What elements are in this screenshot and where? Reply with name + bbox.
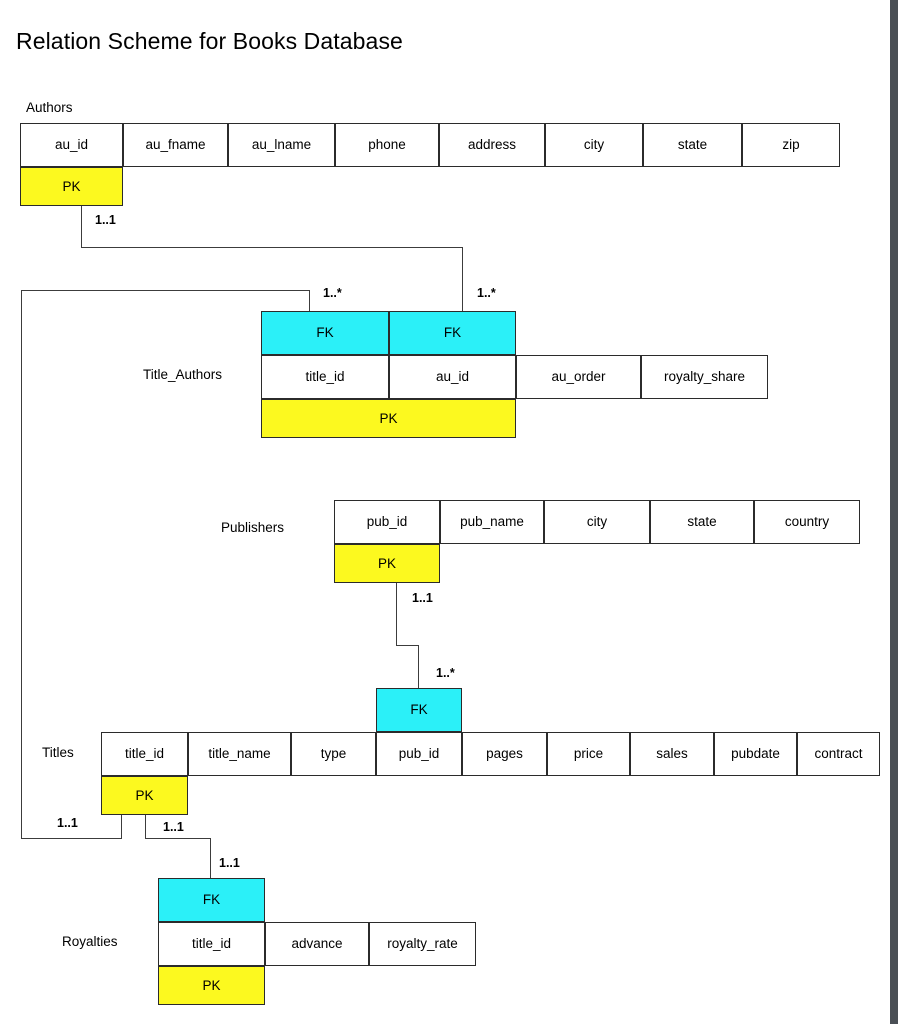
multiplicity-publishers-pk: 1..1 [412,591,433,605]
cell-publishers-country: country [754,500,860,544]
cell-authors-city: city [545,123,643,167]
connector-publishers-jog-horizontal [396,645,419,646]
cell-authors-pk-marker: PK [20,167,123,206]
multiplicity-title_authors-fk-title: 1..* [323,286,342,300]
entity-label-titles: Titles [42,745,74,760]
cell-title_authors-royalty_share: royalty_share [641,355,768,399]
cell-publishers-pk-marker: PK [334,544,440,583]
cell-title_authors-pk-marker: PK [261,399,516,438]
multiplicity-titles-pk-down: 1..1 [163,820,184,834]
cell-titles-contract: contract [797,732,880,776]
cell-royalties-pk-marker: PK [158,966,265,1005]
cell-title_authors-fk-au_id-marker: FK [389,311,516,355]
cell-royalties-title_id: title_id [158,922,265,966]
cell-authors-au_id: au_id [20,123,123,167]
cell-title_authors-title_id: title_id [261,355,389,399]
cell-titles-pk-marker: PK [101,776,188,815]
multiplicity-titles-fk-pub: 1..* [436,666,455,680]
cell-titles-pub_id: pub_id [376,732,462,776]
cell-royalties-royalty_rate: royalty_rate [369,922,476,966]
connector-publishers-pk-vertical [396,583,397,645]
multiplicity-royalties-fk: 1..1 [219,856,240,870]
cell-royalties-fk-title_id-marker: FK [158,878,265,922]
entity-label-royalties: Royalties [62,934,118,949]
cell-title_authors-au_order: au_order [516,355,641,399]
entity-label-authors: Authors [26,100,73,115]
diagram-canvas: Relation Scheme for Books Database Autho… [0,0,898,1024]
entity-label-title_authors: Title_Authors [143,367,223,382]
connector-titles-to-royalties-horizontal [145,838,211,839]
cell-publishers-pub_id: pub_id [334,500,440,544]
page-title: Relation Scheme for Books Database [16,28,403,54]
cell-authors-phone: phone [335,123,439,167]
cell-title_authors-fk-title_id-marker: FK [261,311,389,355]
cell-titles-pages: pages [462,732,547,776]
cell-publishers-pub_name: pub_name [440,500,544,544]
cell-titles-sales: sales [630,732,714,776]
connector-titles-pk-left-stub [121,815,122,838]
connector-authors-pk-horizontal [81,247,463,248]
connector-titles-to-title_authors-drop [309,290,310,311]
connector-titles-pk-left-horizontal [21,838,122,839]
cell-titles-title_name: title_name [188,732,291,776]
cell-titles-fk-pub_id-marker: FK [376,688,462,732]
cell-authors-au_fname: au_fname [123,123,228,167]
cell-authors-state: state [643,123,742,167]
connector-titles-pk-down-stub [145,815,146,838]
cell-authors-au_lname: au_lname [228,123,335,167]
cell-titles-type: type [291,732,376,776]
connector-titles-to-royalties-vertical [210,838,211,878]
multiplicity-authors-pk: 1..1 [95,213,116,227]
cell-titles-pubdate: pubdate [714,732,797,776]
cell-authors-zip: zip [742,123,840,167]
cell-publishers-city: city [544,500,650,544]
connector-authors-pk-vertical [81,206,82,248]
entity-label-publishers: Publishers [221,520,285,535]
cell-royalties-advance: advance [265,922,369,966]
window-edge-strip [890,0,898,1024]
connector-authors-to-title_authors-vertical [462,247,463,311]
connector-publishers-to-titles-vertical [418,645,419,688]
cell-authors-address: address [439,123,545,167]
cell-titles-title_id: title_id [101,732,188,776]
cell-publishers-state: state [650,500,754,544]
connector-titles-to-title_authors-left-rail [21,290,22,838]
cell-title_authors-au_id: au_id [389,355,516,399]
multiplicity-titles-pk-left: 1..1 [57,816,78,830]
multiplicity-title_authors-fk-author: 1..* [477,286,496,300]
connector-titles-to-title_authors-top-horizontal [21,290,310,291]
cell-titles-price: price [547,732,630,776]
